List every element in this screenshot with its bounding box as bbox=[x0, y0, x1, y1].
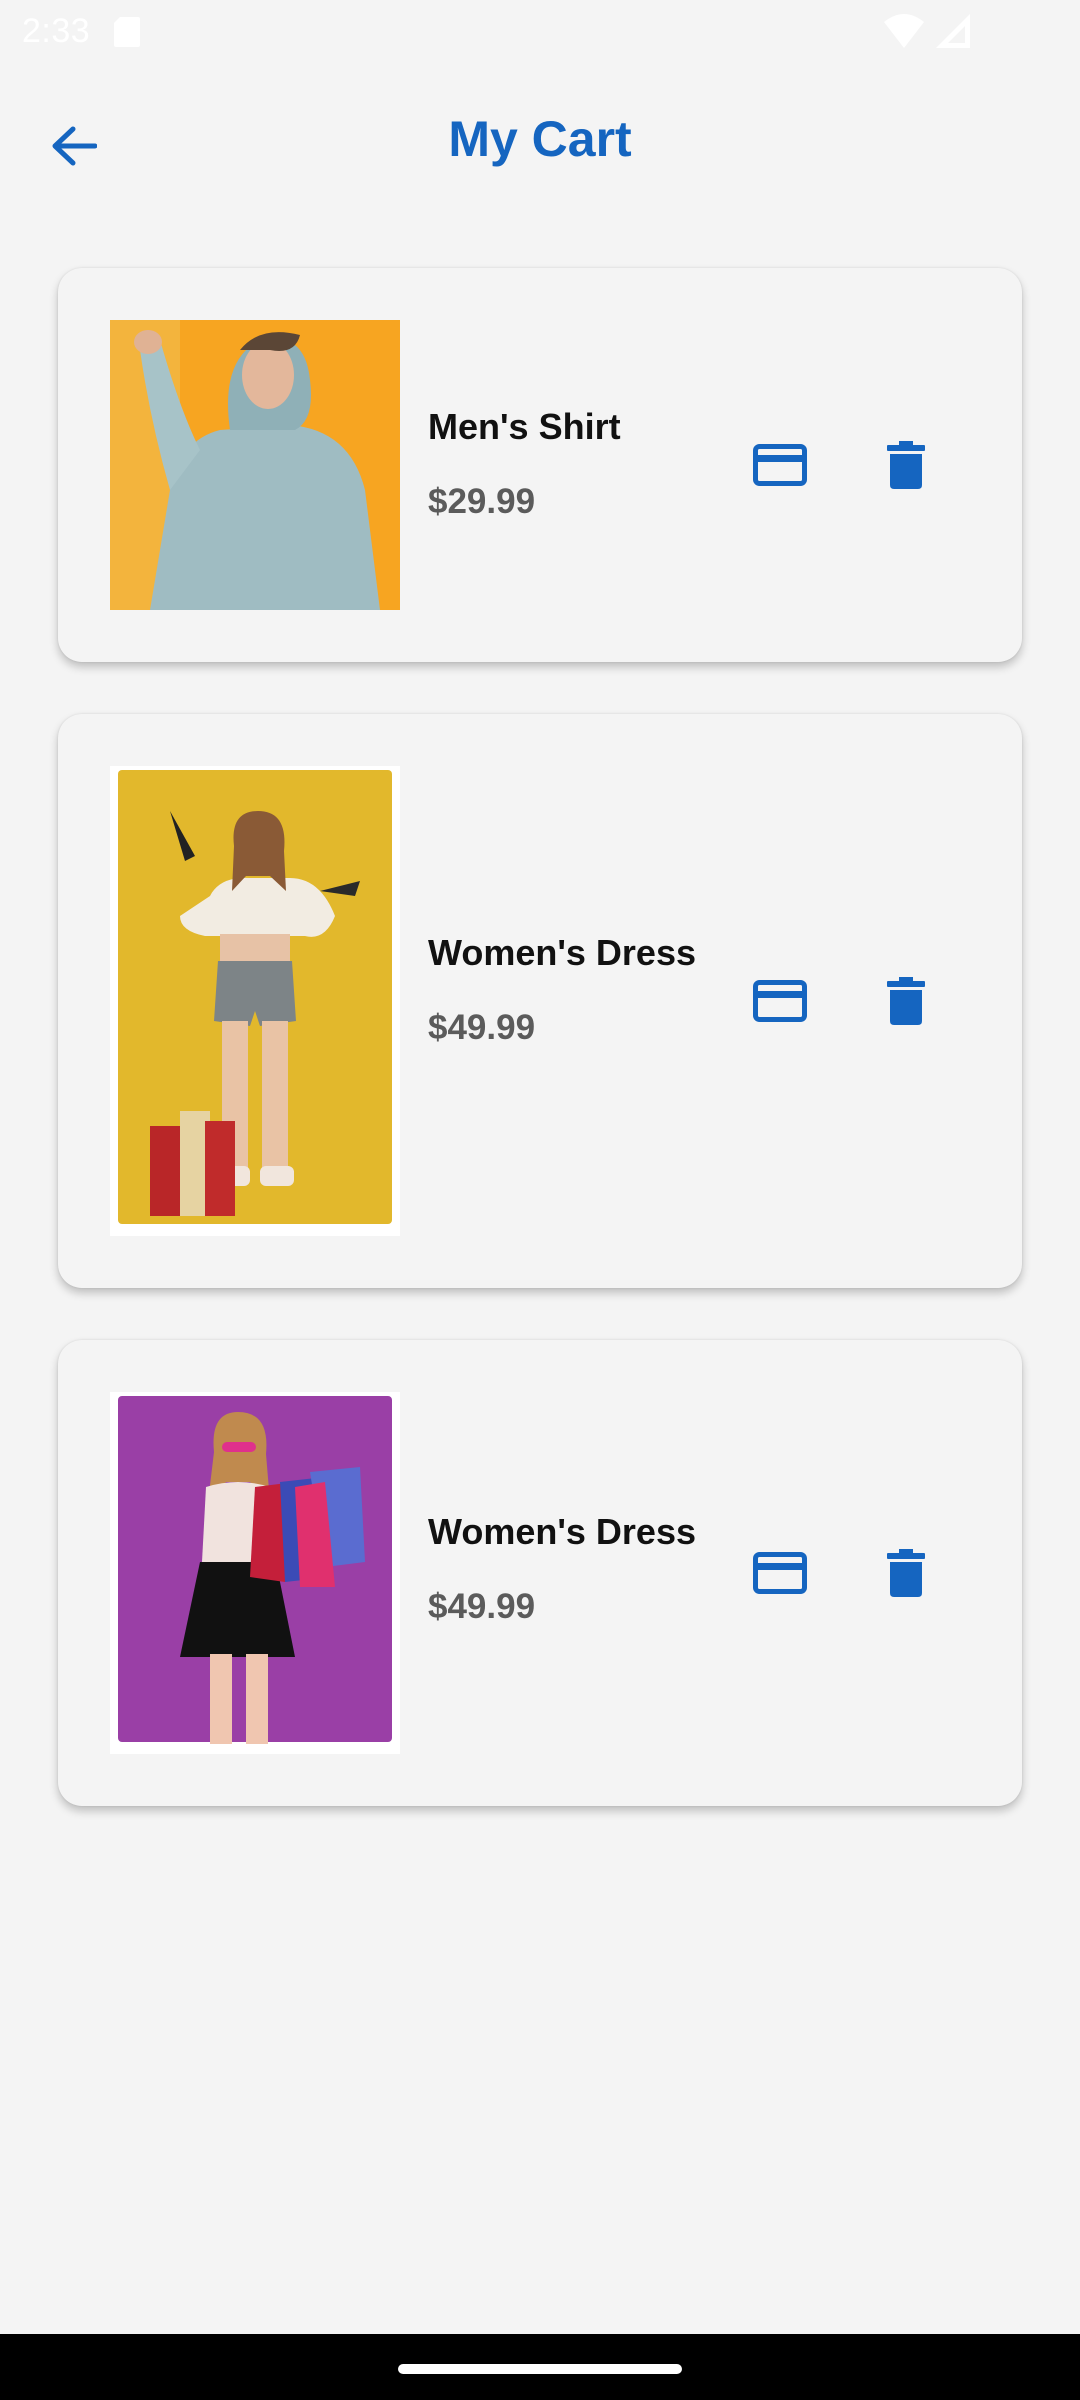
app-bar: My Cart bbox=[0, 72, 1080, 202]
navigation-bar bbox=[0, 2334, 1080, 2400]
credit-card-icon bbox=[753, 444, 807, 486]
product-price: $49.99 bbox=[428, 1008, 536, 1047]
product-name: Men's Shirt bbox=[428, 406, 621, 447]
product-price: $29.99 bbox=[428, 482, 536, 521]
trash-icon bbox=[887, 1549, 925, 1597]
product-name: Women's Dress bbox=[428, 932, 696, 973]
delete-button[interactable] bbox=[866, 425, 946, 505]
cart-item: Women's Dress $49.99 bbox=[58, 1340, 1022, 1806]
trash-icon bbox=[887, 441, 925, 489]
credit-card-icon bbox=[753, 1552, 807, 1594]
status-bar: 2:33 bbox=[0, 0, 1080, 64]
delete-button[interactable] bbox=[866, 961, 946, 1041]
wifi-icon bbox=[883, 14, 924, 48]
credit-card-icon bbox=[753, 980, 807, 1022]
product-price: $49.99 bbox=[428, 1587, 536, 1626]
status-time: 2:33 bbox=[22, 12, 91, 50]
cart-item: Women's Dress $49.99 bbox=[58, 714, 1022, 1288]
product-info: Women's Dress $49.99 bbox=[428, 932, 696, 1048]
product-image[interactable] bbox=[110, 766, 400, 1236]
pay-button[interactable] bbox=[740, 961, 820, 1041]
product-info: Men's Shirt $29.99 bbox=[428, 406, 621, 522]
delete-button[interactable] bbox=[866, 1533, 946, 1613]
trash-icon bbox=[887, 977, 925, 1025]
product-info: Women's Dress $49.99 bbox=[428, 1511, 696, 1627]
status-icons bbox=[876, 14, 970, 48]
sd-card-icon bbox=[114, 17, 140, 52]
pay-button[interactable] bbox=[740, 1533, 820, 1613]
cart-item: Men's Shirt $29.99 bbox=[58, 268, 1022, 662]
home-gesture-handle[interactable] bbox=[398, 2364, 682, 2374]
cart-list: Men's Shirt $29.99 Women's Dress $49.99 … bbox=[58, 268, 1022, 1858]
pay-button[interactable] bbox=[740, 425, 820, 505]
product-image[interactable] bbox=[110, 1392, 400, 1754]
product-name: Women's Dress bbox=[428, 1511, 696, 1552]
product-image[interactable] bbox=[110, 320, 400, 610]
signal-icon bbox=[936, 14, 970, 48]
page-title: My Cart bbox=[448, 111, 632, 167]
